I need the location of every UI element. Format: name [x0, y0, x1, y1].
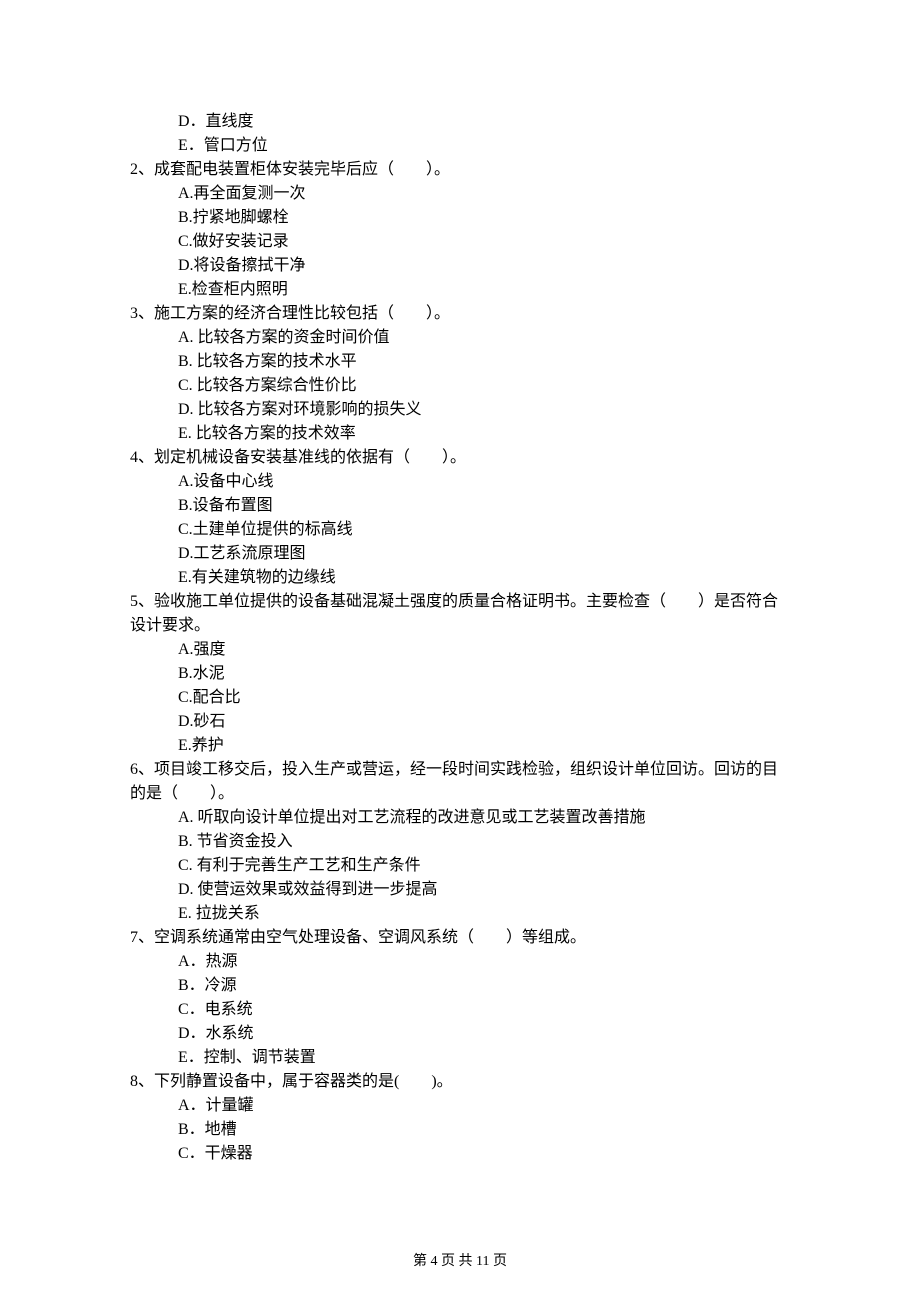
option: B．冷源	[130, 974, 790, 998]
option: E.检查柜内照明	[130, 278, 790, 302]
option: B.设备布置图	[130, 494, 790, 518]
option: C．干燥器	[130, 1142, 790, 1166]
option: D．水系统	[130, 1022, 790, 1046]
question-stem: 8、下列静置设备中，属于容器类的是( )。	[130, 1070, 790, 1094]
option: C.土建单位提供的标高线	[130, 518, 790, 542]
question-stem: 5、验收施工单位提供的设备基础混凝土强度的质量合格证明书。主要检查（ ）是否符合…	[130, 590, 790, 638]
option: E. 比较各方案的技术效率	[130, 422, 790, 446]
option: C. 比较各方案综合性价比	[130, 374, 790, 398]
question-stem: 4、划定机械设备安装基准线的依据有（ ）。	[130, 446, 790, 470]
option: B.水泥	[130, 662, 790, 686]
option: B．地槽	[130, 1118, 790, 1142]
pre-option: D．直线度	[130, 110, 790, 134]
option: A．计量罐	[130, 1094, 790, 1118]
option: D.工艺系流原理图	[130, 542, 790, 566]
pre-option: E．管口方位	[130, 134, 790, 158]
page-container: D．直线度 E．管口方位 2、成套配电装置柜体安装完毕后应（ ）。 A.再全面复…	[0, 0, 920, 1302]
option: A.再全面复测一次	[130, 182, 790, 206]
option: D. 比较各方案对环境影响的损失义	[130, 398, 790, 422]
question-stem: 2、成套配电装置柜体安装完毕后应（ ）。	[130, 158, 790, 182]
option: E．控制、调节装置	[130, 1046, 790, 1070]
option: A. 比较各方案的资金时间价值	[130, 326, 790, 350]
option: A.设备中心线	[130, 470, 790, 494]
option: B.拧紧地脚螺栓	[130, 206, 790, 230]
option: E.有关建筑物的边缘线	[130, 566, 790, 590]
option: C.做好安装记录	[130, 230, 790, 254]
option: A. 听取向设计单位提出对工艺流程的改进意见或工艺装置改善措施	[130, 806, 790, 830]
option: D.将设备擦拭干净	[130, 254, 790, 278]
option: C. 有利于完善生产工艺和生产条件	[130, 854, 790, 878]
option: A.强度	[130, 638, 790, 662]
option: D.砂石	[130, 710, 790, 734]
option: B. 节省资金投入	[130, 830, 790, 854]
question-stem: 6、项目竣工移交后，投入生产或营运，经一段时间实践检验，组织设计单位回访。回访的…	[130, 758, 790, 806]
question-stem: 3、施工方案的经济合理性比较包括（ ）。	[130, 302, 790, 326]
option: B. 比较各方案的技术水平	[130, 350, 790, 374]
option: A．热源	[130, 950, 790, 974]
option: C．电系统	[130, 998, 790, 1022]
option: D. 使营运效果或效益得到进一步提高	[130, 878, 790, 902]
question-stem: 7、空调系统通常由空气处理设备、空调风系统（ ）等组成。	[130, 926, 790, 950]
option: E.养护	[130, 734, 790, 758]
option: E. 拉拢关系	[130, 902, 790, 926]
page-footer: 第 4 页 共 11 页	[0, 1251, 920, 1272]
option: C.配合比	[130, 686, 790, 710]
